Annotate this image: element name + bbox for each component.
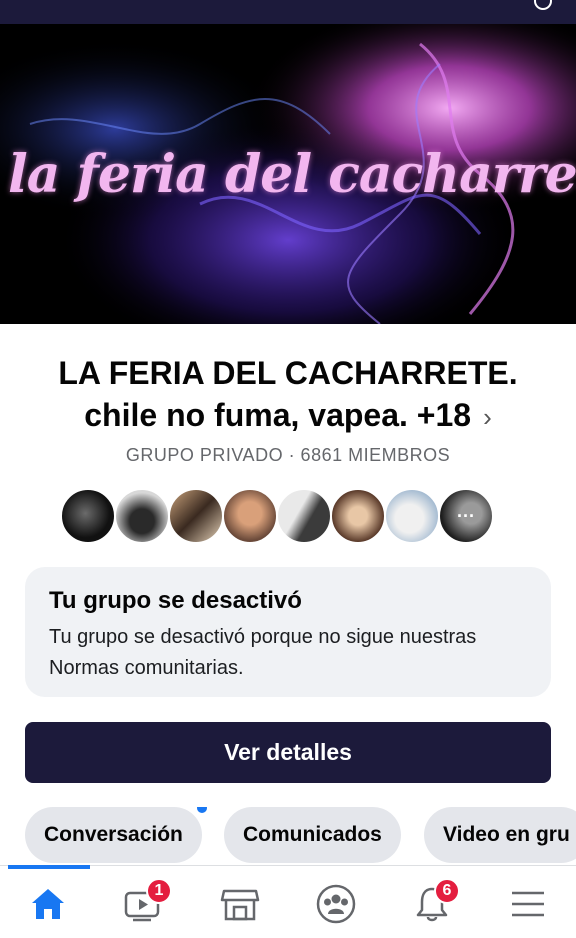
notice-title: Tu grupo se desactivó <box>49 587 302 614</box>
group-title-line2: chile no fuma, vapea. +18 <box>84 397 472 433</box>
active-tab-indicator <box>8 865 90 869</box>
avatar[interactable] <box>60 488 116 544</box>
notice-body: Tu grupo se desactivó porque no sigue nu… <box>49 626 477 679</box>
bottom-navigation: 1 6 <box>0 865 576 938</box>
avatar[interactable] <box>330 488 386 544</box>
notifications-badge: 6 <box>434 878 460 904</box>
avatar[interactable] <box>384 488 440 544</box>
tab-video[interactable]: Video en gru <box>424 807 576 863</box>
group-tabs: Conversación Comunicados Video en gru <box>0 807 576 863</box>
avatar[interactable] <box>114 488 170 544</box>
new-activity-dot <box>197 807 207 813</box>
marketplace-icon <box>220 889 260 921</box>
top-status-bar <box>0 0 576 24</box>
avatar[interactable] <box>222 488 278 544</box>
group-meta: GRUPO PRIVADO · 6861 MIEMBROS <box>125 445 451 465</box>
avatar[interactable] <box>276 488 332 544</box>
chevron-right-icon: › <box>483 402 492 432</box>
tab-announcements[interactable]: Comunicados <box>224 807 401 863</box>
groups-icon <box>316 884 356 924</box>
member-avatars[interactable]: ··· <box>60 488 494 548</box>
home-icon <box>32 889 64 919</box>
more-members-label: ··· <box>457 505 475 526</box>
view-details-button[interactable]: Ver detalles <box>25 722 551 783</box>
tab-conversation[interactable]: Conversación <box>25 807 202 863</box>
nav-watch[interactable]: 1 <box>113 874 173 934</box>
menu-icon <box>512 891 544 917</box>
cover-title: la feria del cacharrete. <box>8 144 576 205</box>
more-members-icon[interactable]: ··· <box>438 488 494 544</box>
nav-menu[interactable] <box>498 874 558 934</box>
nav-groups[interactable] <box>306 874 366 934</box>
video-badge: 1 <box>146 878 172 904</box>
nav-marketplace[interactable] <box>210 874 270 934</box>
group-title[interactable]: LA FERIA DEL CACHARRETE. chile no fuma, … <box>0 352 576 438</box>
cover-photo[interactable]: la feria del cacharrete. <box>0 24 576 324</box>
avatar[interactable] <box>168 488 224 544</box>
nav-home[interactable] <box>18 874 78 934</box>
group-deactivated-notice: Tu grupo se desactivó Tu grupo se desact… <box>25 567 551 697</box>
group-title-line1: LA FERIA DEL CACHARRETE. <box>58 355 518 391</box>
nav-notifications[interactable]: 6 <box>402 874 462 934</box>
status-indicator-icon <box>534 0 552 10</box>
